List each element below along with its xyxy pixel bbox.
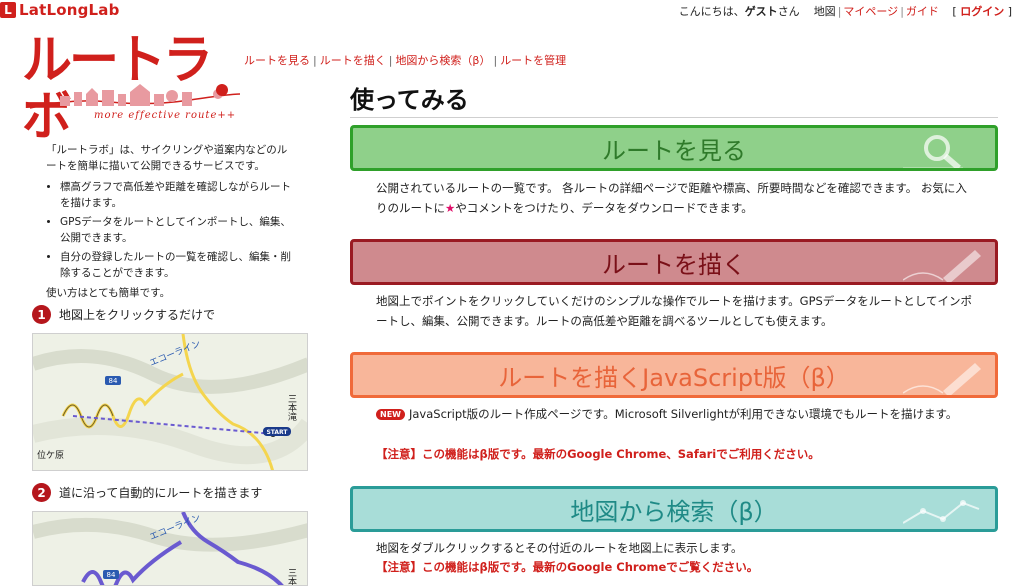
intro-text: 「ルートラボ」は、サイクリングや道案内などのルートを簡単に描いて公開できるサービ… (46, 142, 296, 301)
step-number: 1 (32, 305, 51, 324)
banner-label: 地図から検索（β） (570, 497, 778, 526)
beta-warning: 【注意】この機能はβ版です。最新のGoogle Chrome、Safariでご利… (376, 447, 820, 461)
pen-icon (903, 250, 981, 282)
login-link[interactable]: ログイン (960, 5, 1004, 18)
logo-text: LatLongLab (19, 1, 120, 19)
intro-outro: 使い方はとても簡単です。 (46, 287, 171, 299)
brand-tagline: more effective route++ (94, 110, 237, 121)
route-number-label: 84 (109, 377, 118, 385)
title-divider (350, 117, 998, 118)
demo-map-2: 84 エコーライン 三本 (32, 511, 308, 586)
draw-route-button[interactable]: ルートを描く (350, 239, 998, 285)
draw-route-description: 地図上でポイントをクリックしていくだけのシンプルな操作でルートを描けます。GPS… (376, 294, 972, 328)
greeting-suffix: さん (777, 5, 800, 18)
place-label: 位ケ原 (37, 449, 64, 461)
new-badge: NEW (376, 409, 405, 420)
pen-icon (903, 363, 981, 395)
star-icon: ★ (445, 201, 456, 215)
step-label: 道に沿って自動的にルートを描きます (59, 486, 263, 500)
feature-item: 標高グラフで高低差や距離を確認しながらルートを描けます。 (60, 179, 296, 211)
map-search-description: 地図をダブルクリックするとその付近のルートを地図上に表示します。 (376, 541, 743, 555)
subnav-draw-route[interactable]: ルートを描く (320, 54, 386, 67)
feature-item: 自分の登録したルートの一覧を確認し、編集・削除することができます。 (60, 249, 296, 281)
route-map-icon (903, 500, 980, 524)
page-title: 使ってみる (350, 86, 469, 114)
view-routes-description: 公開されているルートの一覧です。 各ルートの詳細ページで距離や標高、所要時間など… (376, 181, 967, 215)
subnav-manage-routes[interactable]: ルートを管理 (500, 54, 566, 67)
greeting-prefix: こんにちは、 (678, 5, 745, 18)
latlonglab-logo[interactable]: L LatLongLab (0, 0, 120, 20)
sub-nav: ルートを見る | ルートを描く | 地図から検索（β） | ルートを管理 (244, 54, 567, 67)
demo-map-1: 84 エコーライン 三本滝 位ケ原 START (32, 333, 308, 471)
banner-label: ルートを描く (602, 250, 746, 279)
map-illustration: 84 エコーライン 三本滝 位ケ原 START (33, 334, 307, 470)
banner-label: ルートを見る (602, 136, 746, 165)
step-1: 1 地図上をクリックするだけで (32, 305, 215, 324)
feature-item: GPSデータをルートとしてインポートし、編集、公開できます。 (60, 214, 296, 246)
intro-paragraph: 「ルートラボ」は、サイクリングや道案内などのルートを簡単に描いて公開できるサービ… (46, 144, 288, 172)
routelab-logo[interactable]: ルートラボ more effective route++ (22, 31, 240, 145)
beta-warning: 【注意】この機能はβ版です。最新のGoogle Chromeでご覧ください。 (376, 560, 759, 574)
start-marker-label: START (266, 429, 288, 436)
place-label: 三本 (286, 568, 297, 586)
subnav-map-search[interactable]: 地図から検索（β） (395, 54, 490, 67)
logo-mark: L (0, 2, 16, 18)
draw-route-js-description: NEW JavaScript版のルート作成ページです。Microsoft Silv… (376, 404, 976, 424)
guest-name: ゲスト (744, 5, 778, 18)
step-number: 2 (32, 483, 51, 502)
step-2: 2 道に沿って自動的にルートを描きます (32, 483, 262, 502)
draw-route-js-button[interactable]: ルートを描くJavaScript版（β） (350, 352, 998, 398)
link-guide[interactable]: ガイド (906, 5, 939, 18)
view-routes-button[interactable]: ルートを見る (350, 125, 998, 171)
top-nav: こんにちは、ゲストさん 地図 | マイページ | ガイド [ ログイン ] (678, 5, 1012, 18)
magnifier-icon (903, 135, 963, 168)
town-skyline-icon (30, 84, 240, 109)
map-search-button[interactable]: 地図から検索（β） (350, 486, 998, 532)
map-illustration: 84 エコーライン 三本 (33, 512, 307, 586)
place-label: 三本滝 (286, 394, 297, 422)
subnav-view-routes[interactable]: ルートを見る (244, 54, 310, 67)
route-number-label: 84 (107, 571, 116, 579)
banner-label: ルートを描くJavaScript版（β） (498, 363, 850, 392)
feature-list: 標高グラフで高低差や距離を確認しながらルートを描けます。 GPSデータをルートと… (60, 179, 296, 281)
link-map[interactable]: 地図 (814, 5, 836, 18)
link-mypage[interactable]: マイページ (843, 5, 898, 18)
step-label: 地図上をクリックするだけで (59, 308, 216, 322)
